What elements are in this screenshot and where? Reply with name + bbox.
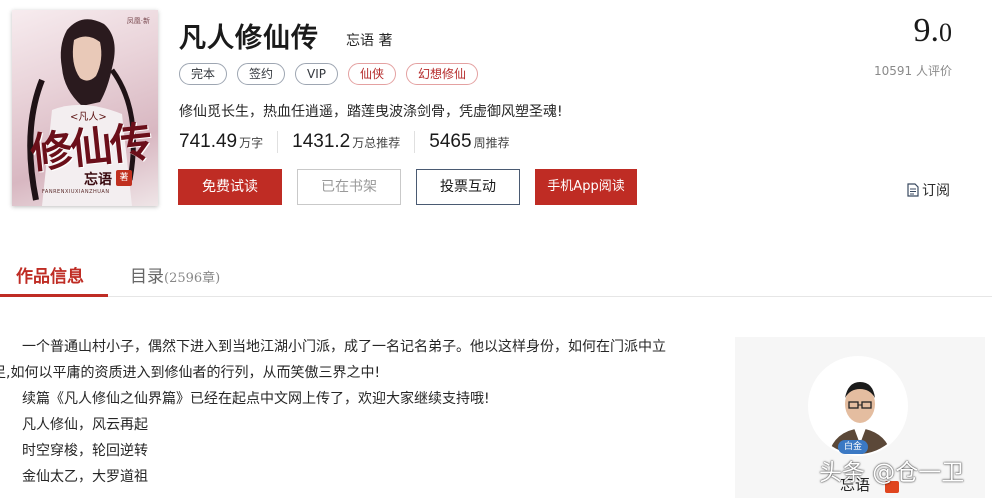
author-level-badge: 白金 xyxy=(838,440,869,454)
rating-count-label: 人评价 xyxy=(915,64,952,78)
stat-unit: 万字 xyxy=(239,136,264,150)
description-line: 一个普通山村小子，偶然下进入到当地江湖小门派，成了一名记名弟子。他以这样身份，如… xyxy=(22,339,666,355)
rating-count-number: 10591 xyxy=(873,64,913,78)
stat-unit: 周推荐 xyxy=(473,136,510,150)
tab-table-of-contents[interactable]: 目录(2596章) xyxy=(130,262,220,287)
book-intro: 修仙觅长生，热血任逍遥，踏莲曳波涤剑骨，凭虚御风塑圣魂! xyxy=(179,104,563,120)
tab-book-info[interactable]: 作品信息 xyxy=(16,262,84,287)
cover-corner-mark: 凤凰·新 xyxy=(126,17,150,25)
stat-value: 5465 xyxy=(429,131,472,152)
active-tab-indicator xyxy=(0,294,108,297)
book-title: 凡人修仙传 xyxy=(179,23,319,54)
book-description: 一个普通山村小子，偶然下进入到当地江湖小门派，成了一名记名弟子。他以这样身份，如… xyxy=(0,334,720,490)
vote-button[interactable]: 投票互动 xyxy=(416,169,520,205)
stat-unit: 万总推荐 xyxy=(352,136,401,150)
content-tabs: 作品信息 目录(2596章) xyxy=(0,256,992,297)
stat-word-count: 741.49 万字 xyxy=(179,131,279,153)
rating-count: 10591 人评价 xyxy=(874,62,952,79)
tag-signed: 签约 xyxy=(237,63,286,85)
subscribe-label: 订阅 xyxy=(922,183,950,199)
free-read-button[interactable]: 免费试读 xyxy=(178,169,282,205)
tab-toc-label: 目录 xyxy=(130,267,164,287)
subscribe-link[interactable]: 订阅 xyxy=(907,180,950,200)
rating-score: 9.0 xyxy=(914,12,953,50)
tag-completed: 完本 xyxy=(179,63,228,85)
book-cover[interactable]: 凤凰·新 <凡人> 修仙传 忘语 著 FANRENXIUXIANZHUAN xyxy=(12,10,158,206)
document-icon xyxy=(907,183,919,197)
mobile-app-read-button[interactable]: 手机App阅读 xyxy=(535,169,637,205)
tag-list: 完本 签约 VIP 仙侠 幻想修仙 xyxy=(179,63,479,85)
stat-weekly-recommend: 5465 周推荐 xyxy=(429,131,523,153)
stat-total-recommend: 1431.2 万总推荐 xyxy=(292,131,416,153)
cover-pinyin: FANRENXIUXIANZHUAN xyxy=(42,189,110,195)
tag-vip: VIP xyxy=(295,63,339,85)
description-line: 凡人修仙，风云再起 xyxy=(22,417,148,433)
tag-category[interactable]: 仙侠 xyxy=(348,63,397,85)
cover-seal: 著 xyxy=(116,170,132,186)
score-decimal: 0 xyxy=(939,18,952,47)
stat-value: 741.49 xyxy=(179,131,238,152)
description-line: 金仙太乙，大罗道祖 xyxy=(22,469,148,485)
stat-value: 1431.2 xyxy=(292,131,351,152)
bookshelf-button[interactable]: 已在书架 xyxy=(297,169,401,205)
cover-author-art: 忘语 xyxy=(84,172,112,188)
book-stats: 741.49 万字 1431.2 万总推荐 5465 周推荐 xyxy=(179,131,538,153)
watermark: 头条 @仓一卫 xyxy=(819,460,965,486)
score-integer: 9. xyxy=(913,12,940,49)
description-line: 时空穿梭，轮回逆转 xyxy=(22,443,148,459)
tag-subcategory[interactable]: 幻想修仙 xyxy=(406,63,479,85)
description-line: 足,如何以平庸的资质进入到修仙者的行列，从而笑傲三界之中! xyxy=(0,365,381,381)
description-line: 续篇《凡人修仙之仙界篇》已经在起点中文网上传了，欢迎大家继续支持哦! xyxy=(22,391,490,407)
book-author[interactable]: 忘语 著 xyxy=(346,30,392,50)
tab-toc-count: (2596章) xyxy=(164,271,221,286)
